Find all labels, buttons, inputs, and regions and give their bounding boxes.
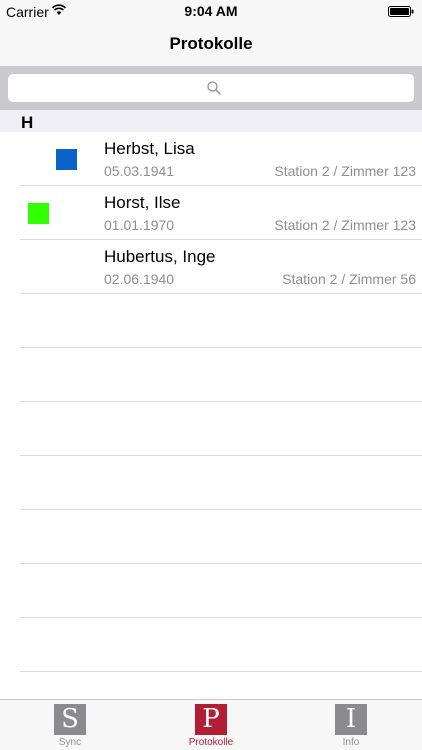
patient-name: Hubertus, Inge [104,247,216,266]
wifi-icon [52,4,66,15]
tab-sync[interactable]: S Sync [25,704,115,750]
empty-row [0,510,422,564]
tab-label: Info [342,737,360,748]
birth-date: 02.06.1940 [104,271,175,287]
patient-name: Herbst, Lisa [104,139,195,158]
status-bar: Carrier 9:04 AM [0,0,422,22]
empty-rows [0,294,422,672]
empty-row [0,456,422,510]
protokolle-tab-icon: P [195,704,227,735]
search-input[interactable] [8,74,414,102]
search-bar [0,66,422,110]
empty-row [0,564,422,618]
room-location: Station 2 / Zimmer 56 [282,271,416,287]
search-icon [207,81,221,95]
page-title: Protokolle [169,34,253,53]
navigation-bar: Protokolle [0,22,422,66]
status-marker [56,149,77,170]
room-location: Station 2 / Zimmer 123 [274,163,416,179]
empty-row [0,294,422,348]
empty-row [0,348,422,402]
room-location: Station 2 / Zimmer 123 [274,217,416,233]
protocol-list: Herbst, Lisa 05.03.1941 Station 2 / Zimm… [0,132,422,294]
section-header: H [0,110,422,132]
sync-tab-icon: S [54,704,86,735]
empty-row [0,402,422,456]
tab-protokolle[interactable]: P Protokolle [166,704,256,750]
empty-row [0,618,422,672]
table-row[interactable]: Horst, Ilse 01.01.1970 Station 2 / Zimme… [0,186,422,240]
table-row[interactable]: Hubertus, Inge 02.06.1940 Station 2 / Zi… [0,240,422,294]
tab-bar: S Sync P Protokolle I Info [0,699,422,750]
section-letter: H [21,113,34,132]
birth-date: 01.01.1970 [104,217,175,233]
birth-date: 05.03.1941 [104,163,175,179]
carrier-label: Carrier [6,4,49,20]
table-row[interactable]: Herbst, Lisa 05.03.1941 Station 2 / Zimm… [0,132,422,186]
battery-icon [388,6,414,17]
info-tab-icon: I [335,704,367,735]
patient-name: Horst, Ilse [104,193,181,212]
status-marker [28,203,49,224]
tab-info[interactable]: I Info [306,704,396,750]
row-divider [20,671,422,672]
tab-label: Protokolle [188,737,234,748]
tab-label: Sync [58,737,82,748]
